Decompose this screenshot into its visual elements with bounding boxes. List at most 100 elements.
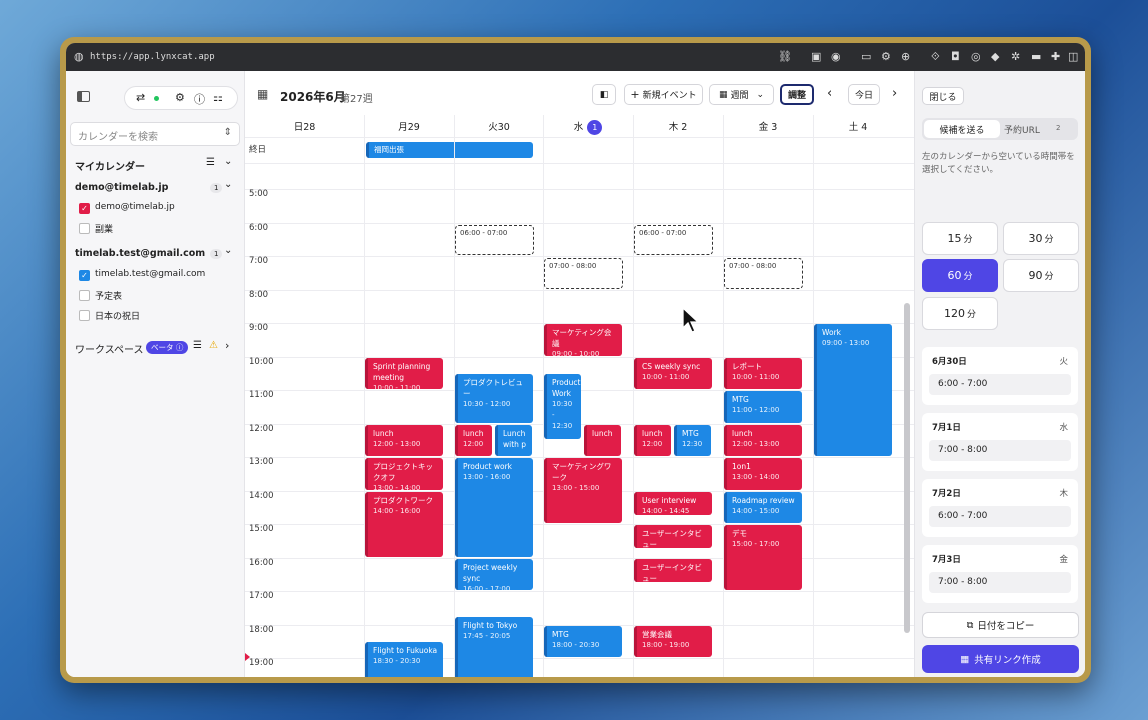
extension4-icon[interactable]: ◆: [991, 50, 999, 63]
duration-option[interactable]: 15 分: [922, 222, 998, 255]
tab-send-candidates[interactable]: 候補を送る: [924, 120, 1000, 138]
duration-option[interactable]: 30 分: [1003, 222, 1079, 255]
link-icon[interactable]: ⛓: [778, 50, 792, 63]
event-time: 18:00 - 19:00: [642, 640, 690, 649]
url-bar[interactable]: https://app.lynxcat.app: [90, 52, 215, 62]
shuffle-icon[interactable]: ⇄: [136, 91, 145, 104]
settings-icon[interactable]: ⚙: [881, 50, 891, 63]
day-header[interactable]: 水1: [543, 119, 633, 135]
camera-icon[interactable]: ◉: [831, 50, 841, 63]
calendar-event[interactable]: lunch 12:00: [455, 424, 492, 456]
duration-option[interactable]: 120 分: [922, 297, 998, 330]
calendar-event[interactable]: User interview 14:00 - 14:45: [634, 491, 712, 515]
calendar-event[interactable]: lunch: [584, 424, 621, 456]
calendar-checkbox[interactable]: [79, 290, 90, 301]
candidate-slot[interactable]: 7:00 - 8:00: [929, 440, 1071, 461]
calendar-event[interactable]: Product Work 10:30 - 12:30: [544, 374, 581, 440]
candidate-slot[interactable]: 7:00 - 8:00: [929, 572, 1071, 593]
calendar-event[interactable]: Flight to Fukuoka 18:30 - 20:30: [365, 642, 443, 677]
scrollbar[interactable]: [904, 303, 910, 633]
day-header[interactable]: 木 2: [633, 119, 723, 133]
workspace-heading[interactable]: ワークスペース: [75, 341, 144, 356]
candidate-slot[interactable]: 6:00 - 7:00: [929, 506, 1071, 527]
availability-slot[interactable]: 06:00 - 07:00: [634, 224, 713, 255]
list-icon[interactable]: ☰: [206, 157, 215, 168]
allday-event[interactable]: 福岡出張: [366, 142, 533, 158]
extension2-icon[interactable]: ◘: [951, 50, 960, 63]
calendar-checkbox[interactable]: ✓: [79, 203, 90, 214]
layout-button[interactable]: ◧: [592, 84, 616, 105]
chevron-right-icon[interactable]: ›: [225, 339, 229, 352]
account-email: timelab.test@gmail.com: [75, 248, 206, 259]
calendar-event[interactable]: Flight to Tokyo 17:45 - 20:05: [455, 617, 533, 677]
screenshot-icon[interactable]: ▭: [861, 50, 871, 63]
calendar-event[interactable]: Work 09:00 - 13:00: [814, 324, 892, 456]
calendar-event[interactable]: マーケティング会議 09:00 - 10:00: [544, 324, 622, 356]
calendar-search[interactable]: カレンダーを検索 ⇕: [70, 122, 240, 146]
copy-dates-button[interactable]: ⧉ 日付をコピー: [922, 612, 1079, 638]
calendar-event[interactable]: MTG 11:00 - 12:00: [724, 391, 802, 423]
puzzle-icon[interactable]: ✚: [1051, 50, 1060, 63]
day-header[interactable]: 日28: [245, 119, 364, 133]
calendar-checkbox[interactable]: [79, 310, 90, 321]
calendar-event[interactable]: 営業会議 18:00 - 19:00: [634, 625, 712, 657]
chevron-down-icon[interactable]: ⌄: [224, 156, 232, 167]
reader-icon[interactable]: ▣: [811, 50, 821, 63]
candidate-slot[interactable]: 6:00 - 7:00: [929, 374, 1071, 395]
extension-icon[interactable]: ⟐: [931, 50, 940, 64]
gear-icon[interactable]: ⚙: [175, 91, 185, 104]
duration-option[interactable]: 90 分: [1003, 259, 1079, 292]
calendar-event[interactable]: MTG 18:00 - 20:30: [544, 625, 622, 657]
availability-slot[interactable]: 07:00 - 08:00: [544, 258, 623, 289]
calendar-event[interactable]: ユーザーインタビュー15:00 - 15:45: [634, 525, 712, 549]
sidebar-toggle-icon[interactable]: ◫: [1068, 50, 1078, 63]
calendar-event[interactable]: Product work 13:00 - 16:00: [455, 458, 533, 557]
calendar-event[interactable]: Sprint planning meeting 10:00 - 11:00: [365, 357, 443, 389]
new-event-button[interactable]: + 新規イベント: [624, 84, 703, 105]
chevron-down-icon[interactable]: ⌄: [224, 179, 232, 190]
list-icon[interactable]: ☰: [193, 340, 202, 351]
calendar-event[interactable]: レポート 10:00 - 11:00: [724, 357, 802, 389]
chevron-down-icon[interactable]: ⌄: [224, 245, 232, 256]
calendar-event[interactable]: Lunch with p: [495, 424, 532, 456]
extension5-icon[interactable]: ✲: [1011, 50, 1020, 63]
close-button[interactable]: 閉じる: [922, 87, 964, 105]
calendar-event[interactable]: プロジェクトキックオフ 13:00 - 14:00: [365, 458, 443, 490]
extension3-icon[interactable]: ◎: [971, 50, 981, 63]
info-icon[interactable]: ⓘ: [194, 91, 205, 107]
calendar-checkbox[interactable]: ✓: [79, 270, 90, 281]
calendar-event[interactable]: プロダクトワーク 14:00 - 16:00: [365, 491, 443, 557]
day-header[interactable]: 金 3: [723, 119, 813, 133]
search-input[interactable]: カレンダーを検索: [78, 128, 158, 143]
calendar-event[interactable]: lunch 12:00 - 13:00: [724, 424, 802, 456]
calendar-event[interactable]: MTG 12:30: [674, 424, 711, 456]
adjust-button[interactable]: 調整: [780, 84, 814, 105]
today-button[interactable]: 今日: [848, 84, 880, 105]
calendar-event[interactable]: Roadmap review 14:00 - 15:00: [724, 491, 802, 523]
calendar-event[interactable]: デモ 15:00 - 17:00: [724, 525, 802, 590]
calendar-event[interactable]: lunch 12:00 - 13:00: [365, 424, 443, 456]
apps-icon[interactable]: ⚏: [213, 91, 223, 104]
availability-slot[interactable]: 06:00 - 07:00: [455, 224, 534, 255]
day-header[interactable]: 月29: [364, 119, 454, 133]
day-header[interactable]: 土 4: [813, 119, 903, 133]
calendar-event[interactable]: マーケティングワーク 13:00 - 15:00: [544, 458, 622, 523]
collapse-sidebar-icon[interactable]: [77, 91, 90, 102]
calendar-event[interactable]: Project weekly sync 16:00 - 17:00: [455, 558, 533, 590]
availability-slot[interactable]: 07:00 - 08:00: [724, 258, 803, 289]
crosshair-icon[interactable]: ⊕: [901, 50, 910, 63]
next-week-icon[interactable]: ›: [892, 86, 897, 101]
calendar-checkbox[interactable]: [79, 223, 90, 234]
tab-booking-url[interactable]: 予約URL: [1004, 123, 1040, 136]
day-header[interactable]: 火30: [454, 119, 544, 133]
create-share-link-button[interactable]: ▦ 共有リンク作成: [922, 645, 1079, 673]
view-select[interactable]: ▦ 週間 ⌄: [709, 84, 774, 105]
prev-week-icon[interactable]: ‹: [827, 86, 832, 101]
calendar-event[interactable]: lunch 12:00: [634, 424, 671, 456]
calendar-event[interactable]: ユーザーインタビュー16:00 - 16:45: [634, 558, 712, 582]
duration-option[interactable]: 60 分: [922, 259, 998, 292]
calendar-event[interactable]: 1on1 13:00 - 14:00: [724, 458, 802, 490]
calendar-event[interactable]: CS weekly sync 10:00 - 11:00: [634, 357, 712, 389]
extension6-icon[interactable]: ▬: [1031, 50, 1041, 63]
calendar-event[interactable]: プロダクトレビュー 10:30 - 12:00: [455, 374, 533, 423]
